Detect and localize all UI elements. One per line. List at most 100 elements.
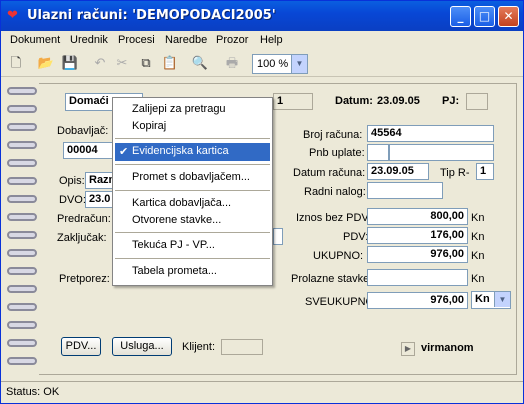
zoom-value: 100 %: [257, 58, 289, 70]
binder-ring: [7, 339, 37, 347]
binder-ring: [7, 321, 37, 329]
payment-ref-number-field[interactable]: [389, 144, 494, 161]
zoom-select[interactable]: 100 % ▼: [252, 54, 308, 74]
binder-ring: [7, 141, 37, 149]
menu-item-copy[interactable]: Kopiraj: [115, 118, 270, 136]
menu-item-record-card-label: Evidencijska kartica: [132, 145, 229, 157]
invoice-date-field[interactable]: 23.09.05: [367, 163, 429, 180]
notebook-binder: [7, 83, 41, 375]
close-button[interactable]: ✕: [498, 6, 519, 27]
currency-label: Kn: [471, 250, 485, 262]
binder-ring: [7, 105, 37, 113]
menu-item-record-card[interactable]: ✔ Evidencijska kartica: [115, 143, 270, 161]
currency-select-value: Kn: [475, 293, 490, 305]
conclusion-label: Zaključak:: [57, 232, 107, 244]
menu-naredbe[interactable]: Naredbe: [165, 34, 207, 46]
date-label: Datum:: [335, 95, 373, 107]
title-bar[interactable]: ❤ Ulazni računi: 'DEMOPODACI2005' _ □ ✕: [1, 1, 523, 31]
menu-bar: Dokument Urednik Procesi Naredbe Prozor …: [1, 31, 523, 51]
net-amount-label: Iznos bez PDV:: [296, 212, 372, 224]
conclusion-field[interactable]: [273, 228, 283, 245]
invoice-number-field[interactable]: 45564: [367, 125, 494, 142]
currency-label: Kn: [471, 212, 485, 224]
vat-button[interactable]: PDV...: [61, 337, 101, 356]
dvo-field[interactable]: 23.0: [85, 191, 115, 208]
client-label: Klijent:: [182, 341, 216, 353]
minimize-button[interactable]: _: [450, 6, 471, 27]
invoice-type-field[interactable]: 1: [476, 163, 494, 180]
invoice-date-label: Datum računa:: [293, 167, 366, 179]
paste-icon[interactable]: 📋: [161, 55, 179, 73]
menu-separator: [115, 232, 270, 233]
find-icon[interactable]: 🔍: [191, 55, 209, 73]
menu-item-current-unit[interactable]: Tekuća PJ - VP...: [115, 237, 270, 255]
invoice-type-label: Tip R-: [440, 167, 470, 179]
binder-ring: [7, 285, 37, 293]
menu-urednik[interactable]: Urednik: [70, 34, 108, 46]
grand-total-field[interactable]: 976,00: [367, 292, 468, 309]
binder-ring: [7, 159, 37, 167]
cut-icon[interactable]: ✂: [113, 55, 131, 73]
total-field[interactable]: 976,00: [367, 246, 468, 263]
menu-item-paste-for-search[interactable]: Zalijepi za pretragu: [115, 101, 270, 119]
menu-separator: [115, 258, 270, 259]
binder-ring: [7, 213, 37, 221]
play-arrow-icon[interactable]: ▶: [401, 342, 415, 356]
menu-item-turnover-table[interactable]: Tabela prometa...: [115, 263, 270, 281]
menu-separator: [115, 190, 270, 191]
chevron-down-icon[interactable]: ▼: [494, 292, 510, 307]
menu-procesi[interactable]: Procesi: [118, 34, 155, 46]
domestic-select-value: Domaći: [69, 95, 109, 107]
vat-field[interactable]: 176,00: [367, 227, 468, 244]
maximize-button[interactable]: □: [474, 6, 495, 27]
print-icon[interactable]: 🖶: [223, 55, 241, 73]
menu-item-supplier-turnover[interactable]: Promet s dobavljačem...: [115, 169, 270, 187]
chevron-down-icon[interactable]: ▼: [291, 55, 307, 73]
payment-ref-model-field[interactable]: [367, 144, 389, 161]
window-title: Ulazni računi: 'DEMOPODACI2005': [27, 8, 276, 23]
pj-field[interactable]: [466, 93, 488, 110]
payment-method-field[interactable]: virmanom: [417, 340, 485, 357]
number-field[interactable]: 1: [273, 93, 313, 110]
currency-label: Kn: [471, 273, 485, 285]
menu-separator: [115, 164, 270, 165]
service-button[interactable]: Usluga...: [112, 337, 172, 356]
transit-items-field[interactable]: [367, 269, 468, 286]
currency-select[interactable]: Kn ▼: [471, 291, 511, 309]
save-icon[interactable]: 💾: [61, 55, 79, 73]
checkmark-icon: ✔: [119, 146, 129, 158]
input-tax-label: Pretporez:: [59, 273, 110, 285]
binder-ring: [7, 267, 37, 275]
net-amount-field[interactable]: 800,00: [367, 208, 468, 225]
application-window: ❤ Ulazni računi: 'DEMOPODACI2005' _ □ ✕ …: [0, 0, 524, 404]
new-document-icon[interactable]: 🗋: [7, 55, 25, 73]
proforma-label: Predračun:: [57, 213, 111, 225]
menu-help[interactable]: Help: [260, 34, 283, 46]
client-field[interactable]: [221, 339, 263, 355]
binder-ring: [7, 303, 37, 311]
menu-prozor[interactable]: Prozor: [216, 34, 248, 46]
status-bar: Status: OK: [1, 381, 523, 403]
supplier-label: Dobavljač:: [57, 125, 109, 137]
supplier-code-field[interactable]: 00004: [63, 142, 113, 159]
pj-label: PJ:: [442, 95, 460, 107]
menu-item-open-items[interactable]: Otvorene stavke...: [115, 212, 270, 230]
app-heart-icon: ❤: [7, 8, 18, 23]
work-order-field[interactable]: [367, 182, 443, 199]
payment-ref-label: Pnb uplate:: [309, 147, 365, 159]
open-folder-icon[interactable]: 📂: [37, 55, 55, 73]
binder-ring: [7, 249, 37, 257]
undo-icon[interactable]: ↶: [91, 55, 109, 73]
binder-ring: [7, 231, 37, 239]
menu-dokument[interactable]: Dokument: [10, 34, 60, 46]
total-label: UKUPNO:: [313, 250, 364, 262]
dvo-label: DVO:: [59, 194, 86, 206]
currency-label: Kn: [471, 231, 485, 243]
menu-item-supplier-card[interactable]: Kartica dobavljača...: [115, 195, 270, 213]
date-value: 23.09.05: [377, 95, 420, 107]
binder-ring: [7, 357, 37, 365]
copy-icon[interactable]: ⧉: [137, 55, 155, 73]
description-label: Opis:: [59, 175, 85, 187]
work-order-label: Radni nalog:: [304, 186, 366, 198]
description-field[interactable]: Razn: [85, 172, 115, 189]
